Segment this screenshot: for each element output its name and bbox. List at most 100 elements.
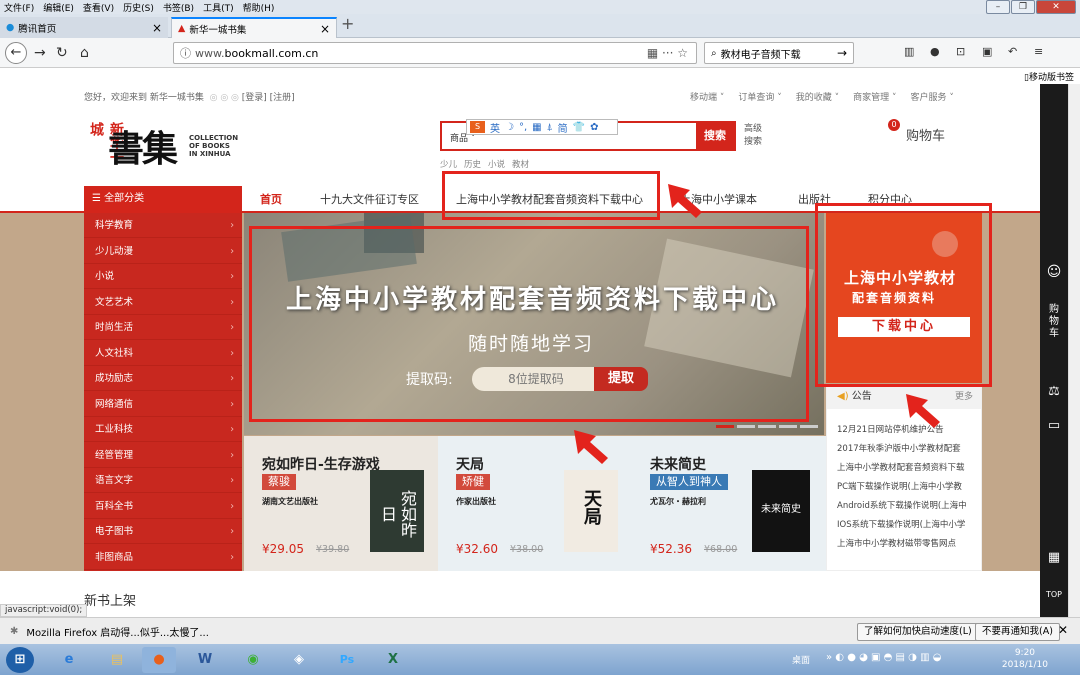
ime-skin-icon[interactable]: 👕	[573, 122, 585, 133]
undo-icon[interactable]: ↶	[1008, 45, 1017, 58]
login-register-links[interactable]: [登录] [注册]	[242, 93, 295, 103]
category-item[interactable]: 工业科技 ›	[84, 417, 242, 443]
close-window-button[interactable]: ✕	[1036, 0, 1076, 14]
category-item[interactable]: 人文社科 ›	[84, 341, 242, 366]
ime-moon-icon[interactable]: ☽	[505, 122, 514, 133]
library-icon[interactable]: ▥	[904, 45, 914, 58]
close-icon[interactable]: ✕	[1058, 623, 1068, 637]
tab-close-icon[interactable]: ×	[146, 21, 162, 35]
excel-icon[interactable]: X	[376, 647, 410, 673]
menu-bookmarks[interactable]: 书签(B)	[163, 1, 194, 14]
all-categories-button[interactable]: ☰ 全部分类	[84, 186, 242, 212]
avatar-icon[interactable]: ☺	[1040, 264, 1068, 280]
tray-icons[interactable]: » ◐ ● ◕ ▣ ◓ ▤ ◑ ▥ ◒	[826, 652, 941, 663]
ime-toolbar[interactable]: S 英 ☽ °, ▦ ⍋ 简 👕 ✿	[466, 119, 618, 135]
top-link-favorites[interactable]: 我的收藏 ˅	[796, 90, 839, 103]
category-item[interactable]: 百科全书 ›	[84, 494, 242, 519]
learn-faster-button[interactable]: 了解如何加快启动速度(L)	[857, 623, 979, 641]
top-button[interactable]: TOP	[1040, 590, 1068, 599]
minimize-button[interactable]: –	[986, 0, 1010, 14]
screenshot-icon[interactable]: ⊡	[956, 45, 965, 58]
top-link-orders[interactable]: 订单查询 ˅	[738, 90, 781, 103]
message-icon[interactable]: ▭	[1040, 418, 1068, 433]
explorer-icon[interactable]: ▤	[100, 647, 134, 673]
ie-icon[interactable]: e	[52, 647, 86, 673]
category-item[interactable]: 成功励志 ›	[84, 366, 242, 392]
notice-item[interactable]: Android系统下载操作说明(上海中	[837, 499, 979, 511]
url-bar[interactable]: ⓘ www. bookmall.com.cn ▦ ··· ☆	[173, 42, 697, 64]
search-go-icon[interactable]: →	[837, 46, 847, 60]
notice-item[interactable]: 上海市中小学教材磁带零售网点	[837, 537, 979, 549]
reader-icon[interactable]: ▣	[982, 45, 992, 58]
scrollbar[interactable]	[1068, 84, 1080, 625]
book-card[interactable]: 宛如昨日-生存游戏 蔡骏 湖南文艺出版社 ¥29.05 ¥39.80 宛如昨日	[244, 436, 438, 571]
nav-congress-docs[interactable]: 十九大文件征订专区	[320, 191, 419, 207]
category-item[interactable]: 时尚生活 ›	[84, 315, 242, 341]
clock[interactable]: 9:20 2018/1/10	[1002, 647, 1048, 671]
nav-textbooks[interactable]: 上海中小学课本	[680, 191, 757, 207]
ime-settings-icon[interactable]: ✿	[590, 122, 598, 133]
category-item[interactable]: 网络通信 ›	[84, 392, 242, 417]
tab-close-icon[interactable]: ×	[314, 22, 330, 36]
nav-home[interactable]: 首页	[260, 191, 282, 207]
category-item[interactable]: 电子图书 ›	[84, 519, 242, 545]
info-icon[interactable]: ⓘ	[180, 45, 191, 61]
ime-simplified[interactable]: 简	[558, 120, 568, 135]
chat-icon[interactable]: ●	[930, 45, 940, 58]
category-item[interactable]: 小说 ›	[84, 264, 242, 290]
back-button[interactable]: ←	[5, 42, 27, 64]
notice-item[interactable]: 上海中小学教材配套音频资料下载	[837, 461, 979, 473]
advanced-search-link[interactable]: 高级 搜索	[744, 123, 762, 149]
menu-file[interactable]: 文件(F)	[4, 1, 34, 14]
browser-search-field[interactable]: ⌕ 教材电子音频下载 →	[704, 42, 854, 64]
photoshop-icon[interactable]: Ps	[330, 647, 364, 673]
ime-punct-icon[interactable]: °,	[519, 122, 527, 133]
new-tab-button[interactable]: +	[341, 14, 354, 33]
menu-edit[interactable]: 编辑(E)	[43, 1, 74, 14]
menu-help[interactable]: 帮助(H)	[243, 1, 275, 14]
category-item[interactable]: 经管管理 ›	[84, 443, 242, 468]
app-icon[interactable]: ◈	[282, 647, 316, 673]
cart-side-button[interactable]: 购 物 车	[1040, 304, 1068, 340]
url-actions[interactable]: ▦ ··· ☆	[647, 46, 688, 60]
category-item[interactable]: 语言文字 ›	[84, 468, 242, 494]
tab-tencent[interactable]: ● 腾讯首页 ×	[0, 17, 168, 38]
book-card[interactable]: 未来简史 从智人到神人 尤瓦尔・赫拉利 ¥52.36 ¥68.00 未来简史	[632, 436, 826, 571]
home-button[interactable]: ⌂	[80, 45, 89, 61]
wechat-icon[interactable]: ◉	[236, 647, 270, 673]
site-search-button[interactable]: 搜索	[696, 123, 734, 149]
forward-button[interactable]: →	[34, 45, 46, 61]
dont-notify-button[interactable]: 不要再通知我(A)	[975, 623, 1060, 641]
ime-mic-icon[interactable]: ⍋	[547, 122, 553, 133]
notice-item[interactable]: IOS系统下载操作说明(上海中小学	[837, 518, 979, 530]
hot-word[interactable]: 小说	[488, 158, 505, 170]
category-item[interactable]: 非图商品 ›	[84, 545, 242, 570]
book-card[interactable]: 天局 矫健 作家出版社 ¥32.60 ¥38.00 天局	[438, 436, 632, 571]
cart-link[interactable]: 0 购物车	[886, 119, 945, 144]
menu-view[interactable]: 查看(V)	[83, 1, 114, 14]
top-link-mobile[interactable]: 移动端 ˅	[690, 90, 724, 103]
restore-button[interactable]: ❐	[1011, 0, 1035, 14]
notice-item[interactable]: PC端下载操作说明(上海中小学教	[837, 480, 979, 492]
notice-item[interactable]: 12月21日网站停机维护公告	[837, 423, 979, 435]
word-icon[interactable]: W	[188, 647, 222, 673]
social-icons[interactable]: ◎ ◎ ◎	[207, 93, 242, 103]
firefox-taskbar-icon[interactable]: ●	[142, 647, 176, 673]
category-item[interactable]: 文艺艺术 ›	[84, 290, 242, 315]
site-logo[interactable]: 新华一城 書集 COLLECTION OF BOOKS IN XINHUA	[86, 120, 246, 170]
compare-icon[interactable]: ⚖	[1040, 384, 1068, 399]
menu-history[interactable]: 历史(S)	[123, 1, 154, 14]
hot-word[interactable]: 少儿	[440, 158, 457, 170]
top-link-merchant[interactable]: 商家管理 ˅	[853, 90, 896, 103]
category-item[interactable]: 少儿动漫 ›	[84, 239, 242, 264]
hot-word[interactable]: 历史	[464, 158, 481, 170]
reload-button[interactable]: ↻	[56, 45, 68, 61]
ime-keyboard-icon[interactable]: ▦	[532, 122, 541, 133]
menu-tools[interactable]: 工具(T)	[203, 1, 234, 14]
book-cover[interactable]: 未来简史	[752, 470, 810, 552]
carousel-dots[interactable]	[716, 425, 818, 428]
category-item[interactable]: 科学教育 ›	[84, 213, 242, 239]
hamburger-menu-icon[interactable]: ≡	[1034, 45, 1043, 58]
ime-lang[interactable]: 英	[490, 120, 500, 135]
top-link-service[interactable]: 客户服务 ˅	[911, 90, 954, 103]
